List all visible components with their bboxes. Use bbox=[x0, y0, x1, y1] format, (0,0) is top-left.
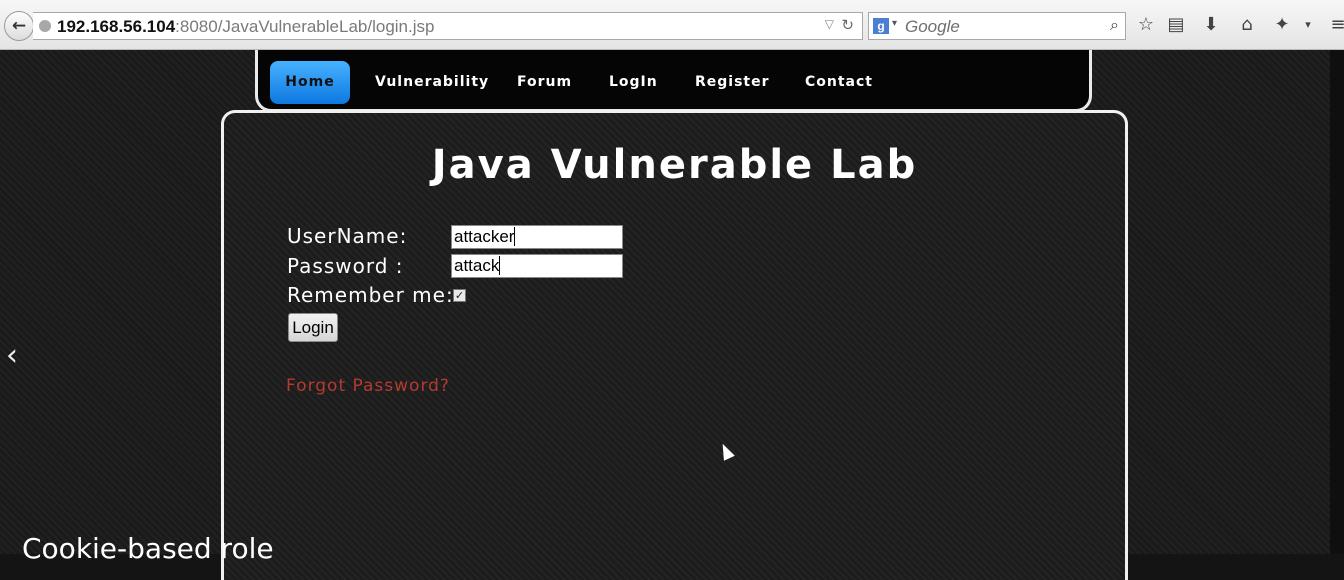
login-button[interactable]: Login bbox=[288, 313, 338, 342]
search-engine-icon[interactable]: g bbox=[873, 18, 889, 34]
password-label: Password : bbox=[287, 254, 404, 278]
login-panel: Java Vulnerable Lab UserName: attacker P… bbox=[221, 110, 1128, 580]
url-host: 192.168.56.104 bbox=[57, 17, 176, 36]
username-value: attacker bbox=[454, 227, 516, 246]
site-identity-icon[interactable] bbox=[39, 20, 51, 32]
star-icon[interactable]: ☆ bbox=[1134, 13, 1158, 37]
back-button[interactable]: ← bbox=[4, 11, 34, 41]
menu-icon[interactable]: ≡ bbox=[1326, 13, 1344, 37]
username-input[interactable]: attacker bbox=[451, 225, 623, 249]
password-value: attack bbox=[454, 256, 501, 275]
search-icon[interactable]: ⌕ bbox=[1110, 15, 1119, 35]
search-input[interactable]: Google bbox=[905, 17, 960, 37]
nav-forum[interactable]: Forum bbox=[517, 74, 572, 90]
forgot-password-link[interactable]: Forgot Password? bbox=[286, 376, 450, 396]
nav-login[interactable]: LogIn bbox=[609, 74, 658, 90]
password-input[interactable]: attack bbox=[451, 254, 623, 278]
reading-list-icon[interactable]: ▤ bbox=[1164, 13, 1188, 37]
home-icon[interactable]: ⌂ bbox=[1235, 13, 1259, 37]
engine-dropdown-icon[interactable]: ▾ bbox=[892, 18, 897, 29]
nav-register[interactable]: Register bbox=[695, 74, 770, 90]
main-nav: Home Vulnerability Forum LogIn Register … bbox=[255, 50, 1092, 112]
carousel-prev-icon[interactable]: ‹ bbox=[6, 338, 18, 373]
reload-icon[interactable]: ↻ bbox=[841, 16, 854, 34]
video-caption: Cookie-based role bbox=[22, 532, 274, 565]
remember-checkbox[interactable]: ✓ bbox=[453, 289, 466, 302]
nav-vulnerability[interactable]: Vulnerability bbox=[375, 74, 489, 90]
back-arrow-icon: ← bbox=[11, 16, 27, 36]
search-bar[interactable]: g ▾ Google ⌕ bbox=[868, 12, 1126, 40]
page-title: Java Vulnerable Lab bbox=[431, 142, 918, 188]
page-scrollbar[interactable] bbox=[1330, 50, 1344, 554]
username-label: UserName: bbox=[287, 224, 408, 248]
history-dropdown-icon[interactable]: ▽ bbox=[825, 17, 834, 31]
download-icon[interactable]: ⬇ bbox=[1199, 13, 1223, 37]
nav-home[interactable]: Home bbox=[270, 61, 350, 104]
browser-toolbar: ← 192.168.56.104:8080/JavaVulnerableLab/… bbox=[0, 0, 1344, 50]
remember-label: Remember me: bbox=[287, 283, 454, 307]
url-text[interactable]: 192.168.56.104:8080/JavaVulnerableLab/lo… bbox=[57, 17, 434, 37]
address-bar[interactable]: 192.168.56.104:8080/JavaVulnerableLab/lo… bbox=[33, 12, 863, 40]
overflow-dropdown-icon[interactable]: ▾ bbox=[1296, 13, 1320, 37]
page-viewport: ‹ Home Vulnerability Forum LogIn Registe… bbox=[0, 50, 1344, 580]
url-path: :8080/JavaVulnerableLab/login.jsp bbox=[175, 17, 435, 36]
nav-contact[interactable]: Contact bbox=[805, 74, 873, 90]
extension-icon[interactable]: ✦ bbox=[1270, 13, 1294, 37]
